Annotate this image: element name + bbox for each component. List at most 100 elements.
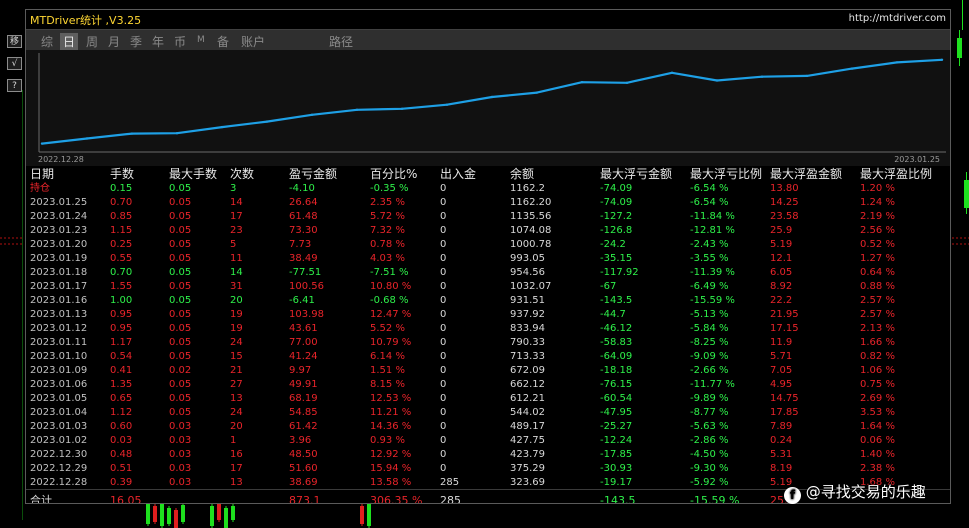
table-row[interactable]: 2023.01.19 0.55 0.05 11 38.49 4.03 % 0 993.05 -3… [26, 252, 950, 266]
cell-max-float-profit: 4.95 [770, 379, 793, 390]
cell-deposit: 0 [440, 309, 447, 320]
table-row[interactable]: 2023.01.23 1.15 0.05 23 73.30 7.32 % 0 1074.08 -… [26, 224, 950, 238]
cell-max-float-loss-pct: -8.25 % [690, 337, 729, 348]
tab-overall[interactable]: 综 [41, 33, 53, 50]
table-row[interactable]: 2023.01.25 0.70 0.05 14 26.64 2.35 % 0 1162.20 -… [26, 196, 950, 210]
equity-point [535, 91, 539, 94]
table-row[interactable]: 2023.01.04 1.12 0.05 24 54.85 11.21 % 0 544.02 -… [26, 406, 950, 420]
cell-count: 13 [230, 477, 243, 488]
cell-max-lots: 0.05 [169, 379, 192, 390]
cell-max-float-profit: 14.75 [770, 393, 799, 404]
cell-max-float-loss: 最大浮亏金额 [600, 167, 673, 181]
cell-profit: 73.30 [289, 225, 318, 236]
cell-date: 2023.01.20 [30, 239, 88, 250]
cell-max-float-profit-pct: 2.57 % [860, 309, 895, 320]
cell-count: 20 [230, 295, 243, 306]
cell-count: 19 [230, 323, 243, 334]
cell-profit: 68.19 [289, 393, 318, 404]
table-row[interactable]: 2023.01.02 0.03 0.03 1 3.96 0.93 % 0 427.75 -12.… [26, 434, 950, 448]
cell-count: 24 [230, 337, 243, 348]
cell-profit: 3.96 [289, 435, 312, 446]
table-row[interactable]: 2023.01.13 0.95 0.05 19 103.98 12.47 % 0 937.92… [26, 308, 950, 322]
cell-date: 2023.01.05 [30, 393, 88, 404]
cell-max-float-profit: 22.2 [770, 295, 793, 306]
cell-deposit: 0 [440, 183, 447, 194]
cell-max-lots: 0.05 [169, 393, 192, 404]
table-row[interactable]: 2023.01.16 1.00 0.05 20 -6.41 -0.68 % 0 931.51 -… [26, 294, 950, 308]
tab-notes[interactable]: 备 [217, 33, 229, 50]
cell-date: 2022.12.28 [30, 477, 88, 488]
table-row[interactable]: 2023.01.20 0.25 0.05 5 7.73 0.78 % 0 1000.78 -24… [26, 238, 950, 252]
cell-max-float-profit-pct: 3.53 % [860, 407, 895, 418]
side-button-move[interactable]: 移 [7, 35, 22, 48]
cell-lots: 0.54 [110, 351, 133, 362]
table-row[interactable]: 2023.01.05 0.65 0.05 13 68.19 12.53 % 0 612.21 -… [26, 392, 950, 406]
table-row[interactable]: 2023.01.12 0.95 0.05 19 43.61 5.52 % 0 833.94 -4… [26, 322, 950, 336]
cell-balance: 937.92 [510, 309, 545, 320]
cell-max-float-profit-pct: 0.52 % [860, 239, 895, 250]
cell-date: 持仓 [30, 183, 50, 194]
cell-max-float-loss: -60.54 [600, 393, 633, 404]
tab-weekly[interactable]: 周 [86, 33, 98, 50]
cell-count: 11 [230, 253, 243, 264]
side-button-check[interactable]: √ [7, 57, 22, 70]
cell-deposit: 出入金 [440, 167, 477, 181]
tab-monthly[interactable]: 月 [108, 33, 120, 50]
cell-max-lots: 0.05 [169, 323, 192, 334]
table-row[interactable]: 2022.12.30 0.48 0.03 16 48.50 12.92 % 0 423.79 -… [26, 448, 950, 462]
cell-percent: 306.35 % [370, 494, 423, 504]
cell-lots: 0.60 [110, 421, 133, 432]
table-row[interactable]: 2023.01.18 0.70 0.05 14 -77.51 -7.51 % 0 954.56… [26, 266, 950, 280]
cell-max-float-profit-pct: 1.24 % [860, 197, 895, 208]
cell-max-float-loss: -117.92 [600, 267, 639, 278]
cell-count: 24 [230, 407, 243, 418]
app-logo-icon: f [784, 487, 801, 504]
cell-lots: 0.55 [110, 253, 133, 264]
cell-percent: 12.92 % [370, 449, 412, 460]
tab-daily[interactable]: 日 [60, 33, 79, 50]
equity-point [760, 75, 764, 78]
table-row[interactable]: 2022.12.29 0.51 0.03 17 51.60 15.94 % 0 375.29 -… [26, 462, 950, 476]
table-row[interactable]: 2023.01.10 0.54 0.05 15 41.24 6.14 % 0 713.33 -6… [26, 350, 950, 364]
cell-balance: 1032.07 [510, 281, 552, 292]
cell-profit: -77.51 [289, 267, 322, 278]
period-tabs: 综 日 周 月 季 年 币 M 备 账户 路径 [26, 30, 950, 50]
cell-deposit: 0 [440, 463, 447, 474]
equity-point [625, 81, 629, 84]
cell-lots: 0.70 [110, 267, 133, 278]
table-row[interactable]: 2023.01.17 1.55 0.05 31 100.56 10.80 % 0 1032.0… [26, 280, 950, 294]
cell-date: 2023.01.16 [30, 295, 88, 306]
cell-max-lots: 0.05 [169, 337, 192, 348]
cell-max-float-profit-pct: 2.13 % [860, 323, 895, 334]
table-row[interactable]: 2023.01.11 1.17 0.05 24 77.00 10.79 % 0 790.33 -… [26, 336, 950, 350]
cell-lots: 1.15 [110, 225, 133, 236]
tab-quarterly[interactable]: 季 [130, 33, 142, 50]
cell-count: 16 [230, 449, 243, 460]
cell-max-float-profit-pct: 0.06 % [860, 435, 895, 446]
tab-magic[interactable]: M [197, 35, 205, 45]
cell-date: 2023.01.13 [30, 309, 88, 320]
table-row[interactable]: 2023.01.06 1.35 0.05 27 49.91 8.15 % 0 662.12 -7… [26, 378, 950, 392]
tab-account[interactable]: 账户 [241, 33, 265, 50]
cell-profit: 49.91 [289, 379, 318, 390]
table-header-row[interactable]: 日期 手数 最大手数 次数 盈亏金额 百分比% 出入金 余额 最大浮亏金额 最大浮亏比例 最大浮盈金… [26, 166, 950, 182]
watermark-text: @寻找交易的乐趣 [805, 483, 926, 501]
cell-lots: 0.65 [110, 393, 133, 404]
chart-x-start-label: 2022.12.28 [38, 155, 84, 164]
cell-max-float-loss: -64.09 [600, 351, 633, 362]
table-row-position[interactable]: 持仓 0.15 0.05 3 -4.10 -0.35 % 0 1162.2 -74.09 -6.5… [26, 182, 950, 196]
side-button-help[interactable]: ? [7, 79, 22, 92]
tab-currency[interactable]: 币 [174, 33, 186, 50]
cell-date: 2023.01.03 [30, 421, 88, 432]
cell-date: 2023.01.06 [30, 379, 88, 390]
tab-yearly[interactable]: 年 [152, 33, 164, 50]
cell-max-lots: 0.05 [169, 211, 192, 222]
cell-lots: 0.25 [110, 239, 133, 250]
table-row[interactable]: 2023.01.24 0.85 0.05 17 61.48 5.72 % 0 1135.56 -… [26, 210, 950, 224]
cell-percent: 12.47 % [370, 309, 412, 320]
cell-max-float-loss: -74.09 [600, 197, 633, 208]
table-row[interactable]: 2023.01.03 0.60 0.03 20 61.42 14.36 % 0 489.17 -… [26, 420, 950, 434]
tab-path[interactable]: 路径 [329, 33, 353, 50]
website-link[interactable]: http://mtdriver.com [849, 13, 946, 24]
table-row[interactable]: 2023.01.09 0.41 0.02 21 9.97 1.51 % 0 672.09 -18… [26, 364, 950, 378]
